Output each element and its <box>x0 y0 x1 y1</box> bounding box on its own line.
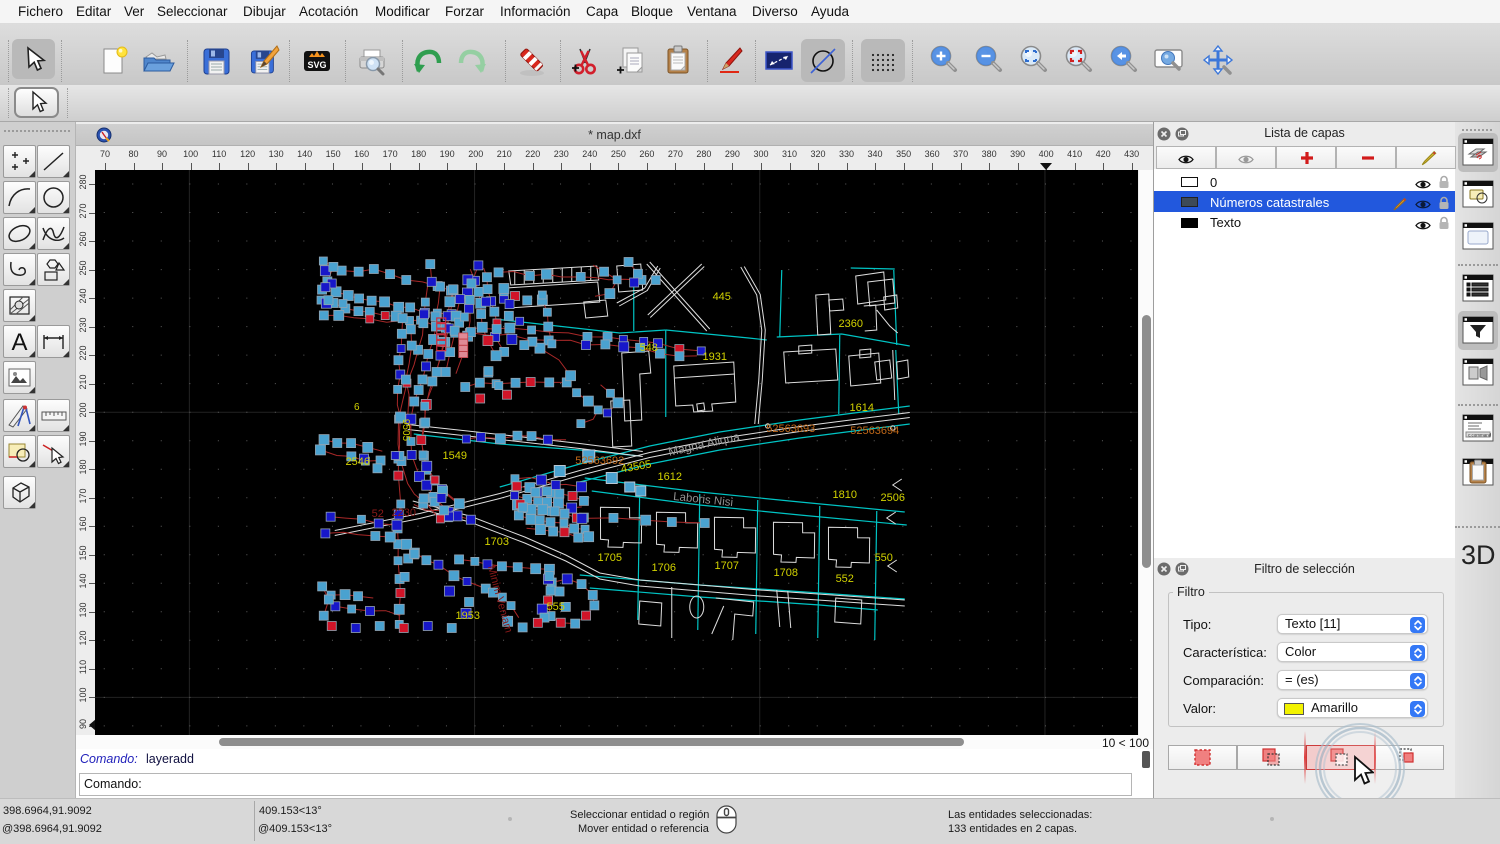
svg-text:Minim Veniam: Minim Veniam <box>485 564 514 634</box>
svg-text:SVG: SVG <box>307 60 326 70</box>
svg-text:2506: 2506 <box>881 492 905 504</box>
svg-text:2546: 2546 <box>346 456 370 468</box>
svg-text:550: 550 <box>875 552 893 564</box>
svg-text:2230: 2230 <box>392 507 416 519</box>
svg-text:c:command: c:command <box>1468 432 1492 437</box>
svg-text:52563694: 52563694 <box>850 425 899 437</box>
svg-text:52563693: 52563693 <box>766 423 815 435</box>
svg-text:52563692: 52563692 <box>575 455 624 467</box>
svg-text:43505: 43505 <box>620 458 652 475</box>
svg-text:1706: 1706 <box>652 562 676 574</box>
svg-text:1612: 1612 <box>658 471 682 483</box>
svg-text:Magna Aliqua: Magna Aliqua <box>667 429 741 458</box>
svg-text:6: 6 <box>354 402 360 413</box>
svg-text:1703: 1703 <box>485 536 509 548</box>
svg-text:1708: 1708 <box>774 567 798 579</box>
svg-text:1931: 1931 <box>703 351 727 363</box>
svg-text:552: 552 <box>836 573 854 585</box>
svg-text:1705: 1705 <box>598 552 622 564</box>
svg-text:52: 52 <box>372 508 384 520</box>
svg-text:1810: 1810 <box>833 489 857 501</box>
svg-text:9505: 9505 <box>400 419 411 442</box>
svg-text:A: A <box>11 329 27 356</box>
svg-text:1707: 1707 <box>715 560 739 572</box>
svg-text:1549: 1549 <box>443 450 467 462</box>
svg-text:1953: 1953 <box>456 610 480 622</box>
svg-text:Laboris Nisi: Laboris Nisi <box>673 491 734 509</box>
svg-text:2360: 2360 <box>839 318 863 330</box>
svg-text:445: 445 <box>713 291 731 303</box>
svg-text:548: 548 <box>640 342 658 354</box>
svg-text:555: 555 <box>547 601 565 613</box>
svg-text:1614: 1614 <box>850 402 874 414</box>
